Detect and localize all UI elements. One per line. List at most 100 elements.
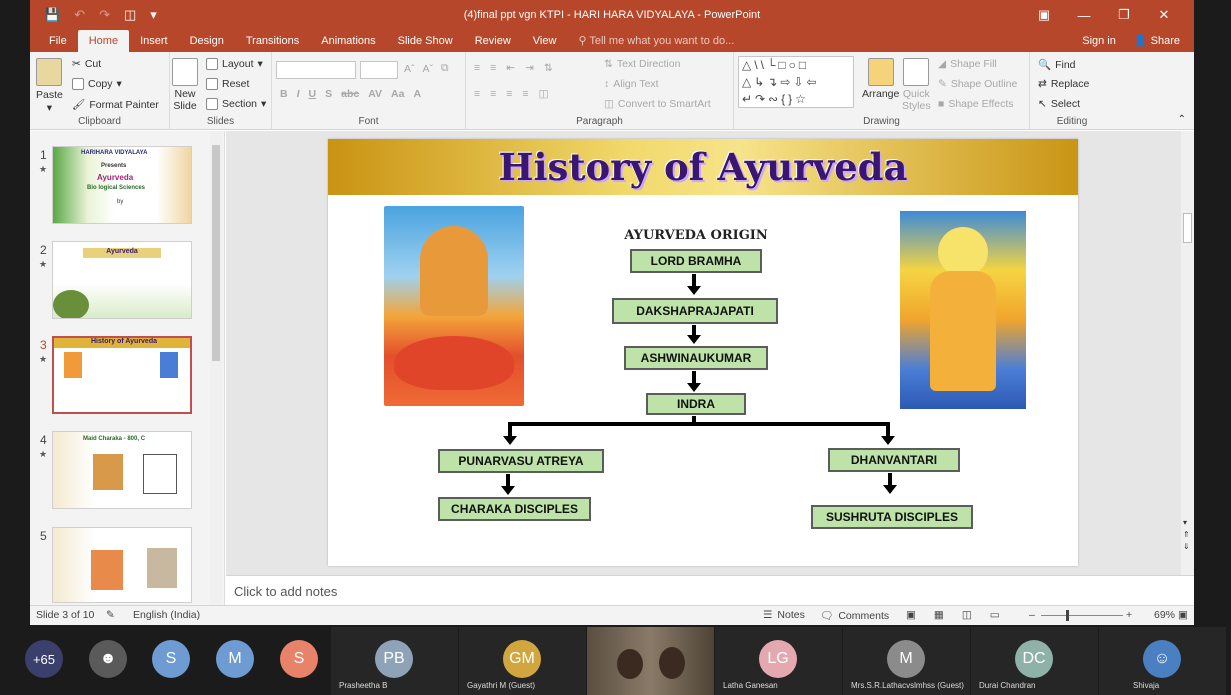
strikethrough-icon[interactable]: abc	[341, 88, 359, 100]
comments-toggle[interactable]: 🗨 Comments	[820, 609, 889, 623]
close-button[interactable]: ✕	[1144, 7, 1184, 23]
participant-avatar-photo[interactable]: ☻	[89, 640, 127, 678]
justify-icon[interactable]: ≡	[522, 88, 528, 100]
reset-button[interactable]: Reset	[206, 78, 249, 90]
spelling-icon[interactable]: ✎	[106, 609, 115, 621]
participant-tile[interactable]: M Mrs.S.R.Lathacvslmhss (Guest)	[843, 627, 970, 695]
align-text-button[interactable]: ↕ Align Text	[604, 78, 659, 90]
zoom-out-icon[interactable]: –	[1029, 609, 1035, 621]
dhanvantari-image[interactable]	[900, 211, 1026, 409]
convert-smartart-button[interactable]: ◫ Convert to SmartArt	[604, 98, 711, 110]
minimize-button[interactable]: —	[1064, 8, 1104, 23]
zoom-level[interactable]: 69%	[1154, 609, 1175, 621]
columns-icon[interactable]: ◫	[539, 88, 549, 100]
shape-effects-button[interactable]: ■ Shape Effects	[938, 98, 1014, 110]
ribbon-display-icon[interactable]: ▣	[1024, 7, 1064, 23]
thumbnail-2[interactable]: 2 ★ Ayurveda	[30, 241, 220, 331]
participant-tile[interactable]: ☺ Shivaja	[1099, 627, 1226, 695]
bullets-icon[interactable]: ≡	[474, 62, 480, 74]
node-dakshaprajapati[interactable]: DAKSHAPRAJAPATI	[612, 298, 778, 324]
node-lord-bramha[interactable]: LORD BRAMHA	[630, 249, 762, 273]
shrink-font-icon[interactable]: Aˇ	[423, 63, 434, 75]
save-icon[interactable]: 💾	[44, 7, 60, 23]
current-slide[interactable]: History of Ayurveda AYURVEDA ORIGIN LORD…	[328, 139, 1078, 566]
maximize-button[interactable]: ❐	[1104, 7, 1144, 23]
redo-icon[interactable]: ↷	[99, 7, 110, 23]
participant-avatar[interactable]: M	[216, 640, 254, 678]
participant-video-tile[interactable]	[587, 627, 714, 695]
scroll-thumb[interactable]	[1183, 213, 1192, 243]
line-spacing-icon[interactable]: ⇅	[544, 62, 553, 74]
participant-tile[interactable]: DC Durai Chandran	[971, 627, 1098, 695]
paste-button[interactable]: Paste ▾	[36, 58, 63, 114]
new-slide-button[interactable]: New Slide	[172, 58, 198, 112]
copy-button[interactable]: Copy ▾	[72, 78, 122, 90]
text-direction-button[interactable]: ⇅ Text Direction	[604, 58, 680, 70]
node-punarvasu-atreya[interactable]: PUNARVASU ATREYA	[438, 449, 604, 473]
section-button[interactable]: Section ▾	[206, 98, 266, 110]
slide-sorter-icon[interactable]: ▦	[934, 609, 944, 621]
node-sushruta-disciples[interactable]: SUSHRUTA DISCIPLES	[811, 505, 973, 529]
clear-format-icon[interactable]: ⧉	[441, 62, 449, 75]
shapes-gallery[interactable]: △\\└□○□ △↳↴⇨⇩⇦ ↵↷∾{}☆	[738, 56, 854, 108]
shadow-icon[interactable]: S	[325, 88, 332, 100]
replace-button[interactable]: ⇄ Replace	[1038, 78, 1089, 90]
align-right-icon[interactable]: ≡	[506, 88, 512, 100]
thumbnail-3[interactable]: 3 ★ History of Ayurveda	[30, 336, 220, 426]
italic-icon[interactable]: I	[297, 88, 300, 100]
format-painter-button[interactable]: 🖌 Format Painter	[72, 98, 159, 112]
align-center-icon[interactable]: ≡	[490, 88, 496, 100]
tab-file[interactable]: File	[38, 30, 78, 52]
tab-transitions[interactable]: Transitions	[235, 30, 310, 52]
participant-avatar[interactable]: S	[280, 640, 318, 678]
notes-toggle[interactable]: ☰ Notes	[763, 609, 805, 621]
node-charaka-disciples[interactable]: CHARAKA DISCIPLES	[438, 497, 591, 521]
node-indra[interactable]: INDRA	[646, 393, 746, 415]
zoom-thumb[interactable]	[1066, 610, 1069, 621]
scroll-arrows[interactable]: ▾ ⇑ ⇓	[1183, 517, 1190, 553]
font-name-combo[interactable]	[276, 61, 356, 79]
font-color-icon[interactable]: A	[413, 88, 421, 100]
thumbnail-1[interactable]: 1 ★ HARIHARA VIDYALAYA Presents Ayurveda…	[30, 146, 220, 236]
thumbnail-scrollbar[interactable]	[210, 131, 222, 605]
thumbnail-5[interactable]: 5	[30, 527, 220, 617]
select-button[interactable]: ↖ Select	[1038, 98, 1080, 110]
tab-animations[interactable]: Animations	[310, 30, 386, 52]
normal-view-icon[interactable]: ▣	[906, 609, 916, 621]
share-button[interactable]: 👤 Share	[1134, 30, 1180, 52]
font-size-combo[interactable]	[360, 61, 398, 79]
underline-icon[interactable]: U	[309, 88, 317, 100]
change-case-icon[interactable]: Aa	[391, 88, 404, 100]
tab-slide-show[interactable]: Slide Show	[387, 30, 464, 52]
reading-view-icon[interactable]: ◫	[962, 609, 972, 621]
present-icon[interactable]: ◫	[124, 7, 136, 23]
layout-button[interactable]: Layout ▾	[206, 58, 263, 70]
tab-review[interactable]: Review	[464, 30, 522, 52]
tab-view[interactable]: View	[522, 30, 568, 52]
shape-fill-button[interactable]: ◢ Shape Fill	[938, 58, 997, 70]
slide-title[interactable]: History of Ayurveda	[328, 145, 1078, 189]
customize-qat-icon[interactable]: ▾	[150, 7, 157, 23]
arrange-button[interactable]: Arrange	[862, 58, 899, 100]
participant-avatar[interactable]: S	[152, 640, 190, 678]
spacing-icon[interactable]: AV	[368, 88, 382, 100]
zoom-in-icon[interactable]: +	[1126, 609, 1132, 621]
node-ashwinaukumar[interactable]: ASHWINAUKUMAR	[624, 346, 768, 370]
increase-indent-icon[interactable]: ⇥	[525, 62, 534, 74]
undo-icon[interactable]: ↶	[74, 7, 85, 23]
find-button[interactable]: 🔍 Find	[1038, 58, 1076, 72]
sign-in-link[interactable]: Sign in	[1082, 30, 1116, 52]
participant-tile[interactable]: GM Gayathri M (Guest)	[459, 627, 586, 695]
more-participants-badge[interactable]: +65	[25, 640, 63, 678]
fit-slide-icon[interactable]: ▣	[1178, 609, 1188, 621]
tab-insert[interactable]: Insert	[129, 30, 179, 52]
participant-tile[interactable]: LG Latha Ganesan	[715, 627, 842, 695]
decrease-indent-icon[interactable]: ⇤	[506, 62, 515, 74]
collapse-ribbon-icon[interactable]: ⌃	[1178, 114, 1186, 125]
tab-design[interactable]: Design	[179, 30, 235, 52]
tab-home[interactable]: Home	[77, 30, 130, 52]
notes-pane[interactable]: Click to add notes	[226, 575, 1194, 605]
shape-outline-button[interactable]: ✎ Shape Outline	[938, 78, 1017, 90]
zoom-slider[interactable]	[1041, 615, 1123, 616]
thumbnail-4[interactable]: 4 ★ Maid Charaka - 800, C	[30, 431, 220, 521]
